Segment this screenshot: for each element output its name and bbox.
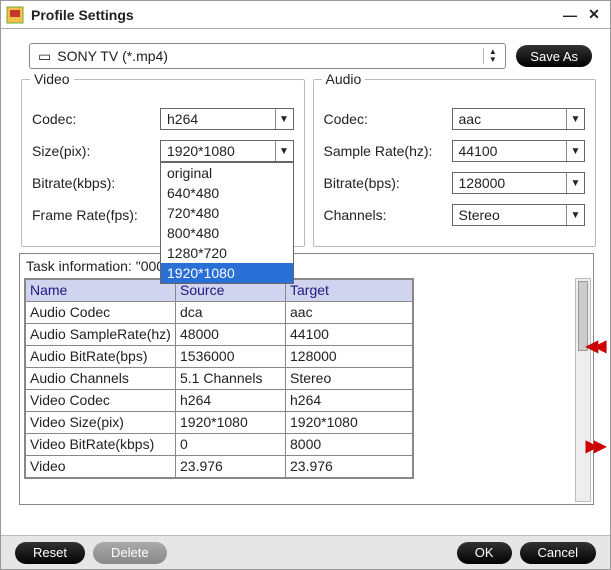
audio-channels-value: Stereo bbox=[453, 207, 567, 223]
task-table: Name Source Target Audio Codecdcaaac Aud… bbox=[24, 278, 414, 479]
video-size-combo[interactable]: 1920*1080 ▼ original 640*480 720*480 800… bbox=[160, 140, 294, 162]
audio-channels-combo[interactable]: Stereo ▼ bbox=[452, 204, 586, 226]
close-button[interactable]: ✕ bbox=[584, 5, 604, 25]
audio-samplerate-combo[interactable]: 44100 ▼ bbox=[452, 140, 586, 162]
dropdown-arrow-icon: ▼ bbox=[566, 173, 584, 193]
settings-sections: Video Codec: h264 ▼ Size(pix): 1920*1080… bbox=[1, 75, 610, 247]
video-codec-value: h264 bbox=[161, 111, 275, 127]
video-size-dropdown: original 640*480 720*480 800*480 1280*72… bbox=[160, 162, 294, 284]
col-name: Name bbox=[26, 280, 176, 302]
minimize-button[interactable]: — bbox=[560, 5, 580, 25]
table-row: Audio Codecdcaaac bbox=[26, 302, 413, 324]
size-option[interactable]: 800*480 bbox=[161, 223, 293, 243]
task-scrollbar[interactable] bbox=[575, 278, 591, 502]
dropdown-arrow-icon: ▼ bbox=[566, 141, 584, 161]
table-row: Audio Channels5.1 ChannelsStereo bbox=[26, 368, 413, 390]
video-size-label: Size(pix): bbox=[32, 143, 160, 159]
size-option[interactable]: 1280*720 bbox=[161, 243, 293, 263]
save-as-button[interactable]: Save As bbox=[516, 45, 592, 67]
cancel-button[interactable]: Cancel bbox=[520, 542, 596, 564]
audio-samplerate-label: Sample Rate(hz): bbox=[324, 143, 452, 159]
size-option[interactable]: 720*480 bbox=[161, 203, 293, 223]
app-icon bbox=[5, 5, 25, 25]
video-codec-combo[interactable]: h264 ▼ bbox=[160, 108, 294, 130]
table-row: Video Size(pix)1920*10801920*1080 bbox=[26, 412, 413, 434]
audio-bitrate-label: Bitrate(bps): bbox=[324, 175, 452, 191]
table-row: Video23.97623.976 bbox=[26, 456, 413, 478]
video-section: Video Codec: h264 ▼ Size(pix): 1920*1080… bbox=[21, 79, 305, 247]
profile-select[interactable]: ▭ SONY TV (*.mp4) ▲▼ bbox=[29, 43, 506, 69]
table-row: Audio SampleRate(hz)4800044100 bbox=[26, 324, 413, 346]
task-info-label: Task information: "00010.m2ts bbox=[20, 254, 593, 276]
window-title: Profile Settings bbox=[31, 7, 556, 23]
task-info-area: Task information: "00010.m2ts Name Sourc… bbox=[19, 253, 594, 505]
delete-button[interactable]: Delete bbox=[93, 542, 167, 564]
audio-codec-label: Codec: bbox=[324, 111, 452, 127]
profile-spinner[interactable]: ▲▼ bbox=[483, 48, 501, 64]
ok-button[interactable]: OK bbox=[457, 542, 512, 564]
reset-button[interactable]: Reset bbox=[15, 542, 85, 564]
page-prev-button[interactable]: ◀◀ bbox=[582, 334, 606, 358]
audio-bitrate-value: 128000 bbox=[453, 175, 567, 191]
audio-bitrate-combo[interactable]: 128000 ▼ bbox=[452, 172, 586, 194]
video-section-title: Video bbox=[30, 71, 74, 87]
video-codec-label: Codec: bbox=[32, 111, 160, 127]
video-framerate-label: Frame Rate(fps): bbox=[32, 207, 160, 223]
table-row: Video Codech264h264 bbox=[26, 390, 413, 412]
audio-section: Audio Codec: aac ▼ Sample Rate(hz): 4410… bbox=[313, 79, 597, 247]
page-next-button[interactable]: ▶▶ bbox=[582, 434, 606, 458]
video-size-value: 1920*1080 bbox=[161, 143, 275, 159]
size-option[interactable]: 640*480 bbox=[161, 183, 293, 203]
dropdown-arrow-icon: ▼ bbox=[566, 109, 584, 129]
profile-value: SONY TV (*.mp4) bbox=[57, 48, 483, 64]
table-row: Video BitRate(kbps)08000 bbox=[26, 434, 413, 456]
audio-codec-combo[interactable]: aac ▼ bbox=[452, 108, 586, 130]
tv-icon: ▭ bbox=[38, 48, 51, 65]
audio-section-title: Audio bbox=[322, 71, 366, 87]
audio-samplerate-value: 44100 bbox=[453, 143, 567, 159]
title-bar: Profile Settings — ✕ bbox=[1, 1, 610, 29]
audio-codec-value: aac bbox=[453, 111, 567, 127]
dropdown-arrow-icon: ▼ bbox=[275, 109, 293, 129]
top-row: ▭ SONY TV (*.mp4) ▲▼ Save As bbox=[1, 29, 610, 75]
bottom-bar: Reset Delete OK Cancel bbox=[1, 535, 610, 569]
dropdown-arrow-icon: ▼ bbox=[275, 141, 293, 161]
dropdown-arrow-icon: ▼ bbox=[566, 205, 584, 225]
size-option-selected[interactable]: 1920*1080 bbox=[161, 263, 293, 283]
audio-channels-label: Channels: bbox=[324, 207, 452, 223]
col-target: Target bbox=[286, 280, 413, 302]
video-bitrate-label: Bitrate(kbps): bbox=[32, 175, 160, 191]
size-option[interactable]: original bbox=[161, 163, 293, 183]
table-row: Audio BitRate(bps)1536000128000 bbox=[26, 346, 413, 368]
